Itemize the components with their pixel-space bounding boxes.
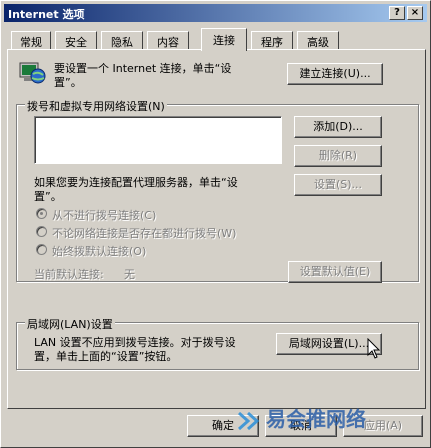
- internet-options-window: Internet 选项 ? × 常规 安全 隐私 内容 连接 程序 高级 要设置…: [0, 0, 431, 448]
- tab-general[interactable]: 常规: [11, 31, 51, 50]
- tab-advanced[interactable]: 高级: [297, 31, 339, 50]
- tab-security[interactable]: 安全: [55, 31, 97, 50]
- tab-connections[interactable]: 连接: [201, 28, 247, 51]
- help-button[interactable]: ?: [389, 6, 405, 20]
- radio-dial-no-network[interactable]: [36, 226, 47, 237]
- proxy-text-line1: 如果您要为连接配置代理服务器，单击“设: [34, 176, 238, 189]
- window-title: Internet 选项: [8, 8, 85, 21]
- set-default-button[interactable]: 设置默认值(E): [288, 261, 382, 283]
- watermark-logo: 易会推网络: [237, 403, 366, 432]
- setup-connection-button[interactable]: 建立连接(U)...: [287, 63, 383, 85]
- tab-programs[interactable]: 程序: [251, 31, 293, 50]
- mouse-cursor-icon: [367, 338, 381, 359]
- dialup-group-legend: 拨号和虚拟专用网络设置(N): [25, 98, 167, 114]
- tab-privacy[interactable]: 隐私: [101, 31, 143, 50]
- add-button[interactable]: 添加(D)...: [294, 116, 382, 138]
- settings-button[interactable]: 设置(S)...: [294, 174, 382, 196]
- lan-group-legend: 局域网(LAN)设置: [25, 316, 115, 332]
- connections-listbox[interactable]: [34, 116, 282, 164]
- radio-never-dial[interactable]: [36, 208, 47, 219]
- watermark-logo-icon: [238, 411, 260, 430]
- proxy-text-line2: 置”。: [34, 190, 62, 203]
- radio-always-dial[interactable]: [36, 244, 47, 255]
- remove-button[interactable]: 删除(R): [294, 145, 382, 167]
- close-button[interactable]: ×: [407, 6, 423, 20]
- default-connection-label: 当前默认连接:: [34, 268, 104, 281]
- radio-never-dial-label: 从不进行拨号连接(C): [52, 209, 157, 222]
- tab-content[interactable]: 内容: [147, 31, 189, 50]
- radio-always-dial-label: 始终拨默认连接(O): [52, 245, 147, 258]
- connections-panel: 要设置一个 Internet 连接，单击“设 置”。 建立连接(U)... 拨号…: [7, 49, 426, 409]
- network-globe-icon: [19, 62, 46, 84]
- title-bar: Internet 选项 ? ×: [4, 4, 427, 22]
- setup-text-line2: 置”。: [54, 76, 82, 89]
- radio-selected-dot: [40, 212, 43, 215]
- default-connection-value: 无: [124, 268, 135, 281]
- radio-dial-no-network-label: 不论网络连接是否存在都进行拨号(W): [52, 227, 237, 240]
- tab-strip: 常规 安全 隐私 内容 连接 程序 高级: [7, 28, 426, 51]
- watermark-text: 易会推网络: [265, 407, 366, 431]
- lan-text-line2: 置，单击上面的“设置”按钮。: [34, 350, 178, 363]
